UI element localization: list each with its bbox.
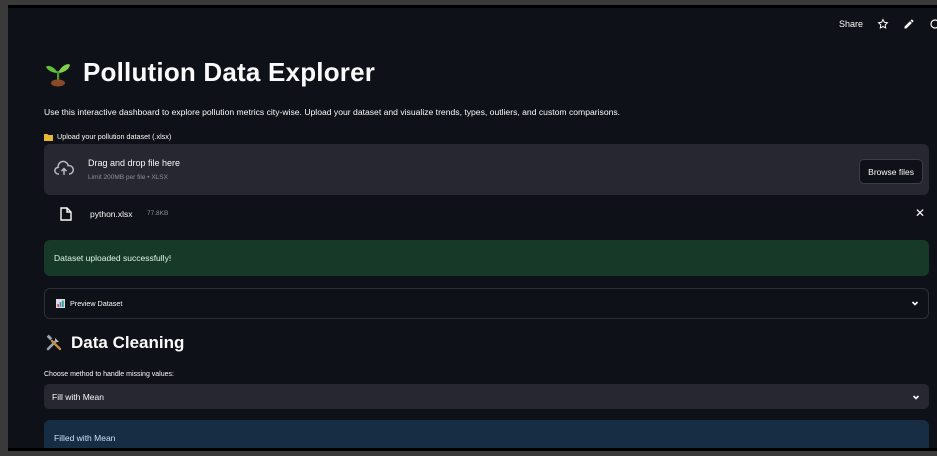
cloud-upload-icon	[54, 160, 74, 178]
edit-icon[interactable]	[903, 18, 915, 30]
share-button[interactable]: Share	[839, 19, 863, 29]
tools-icon	[45, 334, 63, 352]
info-message: Filled with Mean	[54, 433, 116, 443]
toolbar: Share	[839, 18, 937, 30]
file-name: python.xlsx	[90, 209, 133, 219]
dropzone-subtitle: Limit 200MB per file • XLSX	[88, 174, 168, 181]
star-icon[interactable]	[877, 18, 889, 30]
app-frame: Share Pollution Data Explorer Use this i…	[8, 5, 937, 451]
chevron-down-icon	[911, 392, 921, 402]
preview-dataset-expander[interactable]: Preview Dataset	[44, 288, 929, 319]
top-divider	[8, 5, 937, 8]
success-message: Dataset uploaded successfully!	[54, 253, 172, 263]
chevron-down-icon	[910, 298, 920, 308]
info-alert: Filled with Mean	[44, 420, 929, 451]
bottom-divider	[8, 448, 937, 451]
missing-values-label: Choose method to handle missing values:	[44, 371, 174, 378]
intro-text: Use this interactive dashboard to explor…	[44, 107, 621, 117]
success-alert: Dataset uploaded successfully!	[44, 240, 929, 276]
folder-icon	[44, 133, 53, 141]
uploader-label-text: Upload your pollution dataset (.xlsx)	[57, 132, 172, 141]
dropzone-title: Drag and drop file here	[88, 158, 181, 168]
uploader-label: Upload your pollution dataset (.xlsx)	[44, 132, 171, 141]
select-value: Fill with Mean	[52, 392, 104, 402]
file-icon	[60, 207, 72, 221]
seedling-icon	[45, 59, 71, 87]
github-icon[interactable]	[929, 18, 937, 30]
file-dropzone[interactable]: Drag and drop file here Limit 200MB per …	[44, 144, 929, 195]
data-cleaning-header: Data Cleaning	[45, 333, 184, 353]
page-title: Pollution Data Explorer	[83, 57, 376, 87]
browse-files-button[interactable]: Browse files	[859, 159, 923, 184]
expander-label: Preview Dataset	[70, 299, 123, 308]
file-size: 77.8KB	[147, 210, 169, 217]
uploaded-file-row: python.xlsx 77.8KB ✕	[44, 205, 929, 225]
bar-chart-icon	[56, 299, 65, 308]
missing-values-select[interactable]: Fill with Mean	[44, 384, 929, 409]
page-header: Pollution Data Explorer	[45, 57, 375, 88]
section-title: Data Cleaning	[71, 333, 185, 352]
remove-file-icon[interactable]: ✕	[915, 206, 925, 220]
